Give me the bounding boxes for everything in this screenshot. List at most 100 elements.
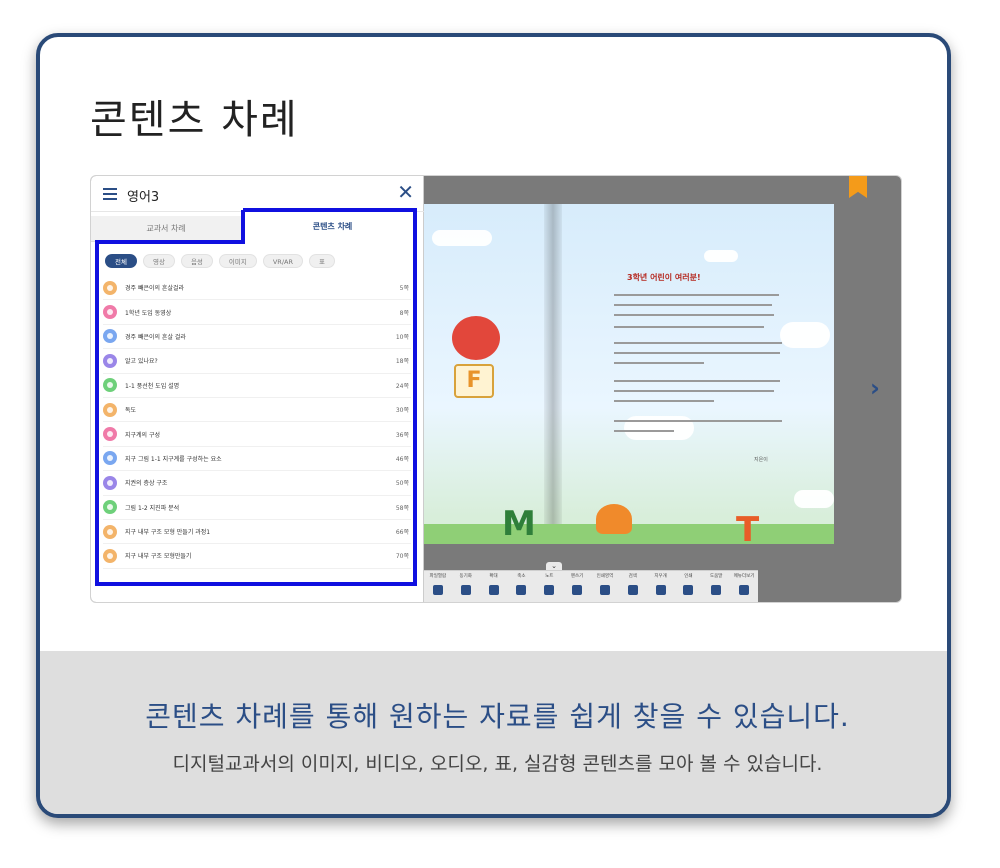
toolbar-button-label: 도움말 (709, 574, 723, 579)
list-item[interactable]: 지권의 층상 구조 50쪽 (103, 471, 411, 496)
list-item[interactable]: 지구 내부 구조 모형만들기 70쪽 (103, 544, 411, 569)
letter-m-illustration: M (502, 504, 536, 544)
toolbar-button-label: 인쇄영역 (596, 574, 614, 579)
list-item-label: 경주 빼은이의 흔살 걸라 (125, 333, 186, 341)
list-item-label: 그림 1-2 지진파 분석 (125, 504, 180, 512)
book-spine (544, 204, 562, 544)
filter-chip[interactable]: 음성 (180, 254, 213, 268)
list-item[interactable]: 1-1 풍선천 도입 설명 24쪽 (103, 374, 411, 398)
story-text-line (614, 342, 782, 344)
list-item-label: 지구계의 구성 (125, 431, 161, 439)
story-text-line (614, 326, 764, 328)
story-text-line (614, 304, 772, 306)
list-item-label: 지구 그림 1-1 지구계를 구성하는 요소 (125, 455, 222, 463)
story-text-line (614, 294, 779, 296)
chevron-right-icon[interactable]: › (870, 374, 880, 402)
list-item[interactable]: 지구 그림 1-1 지구계를 구성하는 요소 46쪽 (103, 447, 411, 472)
content-type-icon (103, 500, 117, 515)
list-item-label: 1학년 도입 동영상 (125, 309, 172, 317)
letter-t-illustration: T (736, 510, 760, 550)
list-item-page: 30쪽 (395, 407, 409, 415)
list-item-label: 1-1 풍선천 도입 설명 (125, 382, 180, 390)
list-item-page: 24쪽 (395, 382, 409, 390)
letter-f-basket: F (454, 364, 494, 398)
toolbar-button-label: 인쇄 (684, 574, 693, 579)
list-item[interactable]: 지구계의 구성 36쪽 (103, 422, 411, 447)
content-type-icon (103, 451, 117, 466)
toolbar-button[interactable]: 지우개 (647, 571, 675, 602)
toolbar-button-label: 확대 (489, 574, 498, 579)
help-icon (711, 585, 722, 595)
list-item-label: 지구 내부 구조 모형만들기 (125, 553, 192, 561)
cloud-decoration (780, 322, 830, 348)
app-screenshot: F 3학년 어린이 여러분! 지은이 M T › ⌄ 파일열람 동기화 확대 축소 노트… (90, 175, 902, 603)
toolbar-button-label: 메뉴더보기 (733, 574, 755, 579)
bookmark-icon[interactable] (849, 176, 867, 198)
story-text-line (614, 390, 774, 392)
toolbar-button[interactable]: 축소 (507, 571, 535, 602)
list-item-page: 5쪽 (399, 285, 409, 293)
bottom-toolbar: 파일열람 동기화 확대 축소 노트 펜쓰기 인쇄영역 검색 지우개 인쇄 도움말 메뉴더보기 (424, 570, 758, 602)
feature-card: 콘텐츠 차례 F 3학년 어린이 여러분! 지은이 M T › ⌄ 파일열람 동… (36, 33, 951, 818)
list-item[interactable]: 경주 빼은이의 흔살 걸라 10쪽 (103, 325, 411, 350)
caption-headline: 콘텐츠 차례를 통해 원하는 자료를 쉽게 찾을 수 있습니다. (145, 700, 850, 733)
close-icon[interactable]: ✕ (397, 182, 414, 202)
list-item[interactable]: 경주 빼은이의 흔살걸라 5쪽 (103, 276, 411, 301)
fox-illustration (596, 504, 632, 534)
toolbar-button[interactable]: 메뉴더보기 (730, 571, 758, 602)
caption-description: 디지털교과서의 이미지, 비디오, 오디오, 표, 실감형 콘텐츠를 모아 볼 … (172, 753, 823, 775)
filter-chips: 전체 영상 음성 이미지 VR/AR 표 (105, 254, 335, 268)
toolbar-button-label: 파일열람 (429, 574, 447, 579)
panel-header: 영어3 ✕ (91, 176, 424, 212)
list-item-label: 지권의 층상 구조 (125, 480, 168, 488)
story-text-line (614, 380, 780, 382)
toolbar-button[interactable]: 인쇄영역 (591, 571, 619, 602)
tab-textbook-contents[interactable]: 교과서 차례 (91, 216, 241, 242)
story-signature: 지은이 (754, 457, 768, 463)
toolbar-button-label: 동기화 (459, 574, 472, 579)
list-item[interactable]: 1학년 도입 동영상 8쪽 (103, 300, 411, 325)
toolbar-button[interactable]: 동기화 (452, 571, 480, 602)
toolbar-button[interactable]: 도움말 (702, 571, 730, 602)
page-icon (599, 585, 610, 595)
filter-chip[interactable]: 표 (308, 254, 335, 268)
toolbar-button[interactable]: 검색 (619, 571, 647, 602)
zoom-out-icon (516, 585, 527, 595)
list-item[interactable]: 그림 1-2 지진파 분석 58쪽 (103, 496, 411, 520)
toolbar-button[interactable]: 인쇄 (674, 571, 702, 602)
cloud-decoration (432, 230, 492, 246)
list-item[interactable]: 지구 내부 구조 모형 만들기 과정1 66쪽 (103, 520, 411, 545)
list-item-page: 70쪽 (395, 553, 409, 561)
filter-chip[interactable]: 영상 (142, 254, 175, 268)
story-text-line (614, 352, 780, 354)
list-item-page: 66쪽 (395, 529, 409, 537)
zoom-in-icon (488, 585, 499, 595)
content-type-icon (103, 427, 117, 442)
print-icon (683, 585, 694, 595)
toolbar-button-label: 검색 (628, 574, 637, 579)
list-item-page: 58쪽 (395, 504, 409, 512)
content-type-icon (103, 353, 117, 368)
toolbar-button-label: 지우개 (654, 574, 667, 579)
card-title: 콘텐츠 차례 (90, 97, 299, 143)
folder-icon (432, 585, 443, 595)
list-item-page: 46쪽 (395, 455, 409, 463)
toolbar-button[interactable]: 노트 (535, 571, 563, 602)
panel-title: 영어3 (127, 190, 160, 205)
toolbar-button[interactable]: 펜쓰기 (563, 571, 591, 602)
filter-chip[interactable]: VR/AR (262, 254, 303, 268)
list-item[interactable]: 알고 있나요? 18쪽 (103, 349, 411, 374)
story-text-line (614, 430, 674, 432)
toolbar-button[interactable]: 확대 (480, 571, 508, 602)
content-type-icon (103, 475, 117, 490)
filter-chip[interactable]: 이미지 (218, 254, 257, 268)
content-type-icon (103, 524, 117, 539)
contents-panel: 영어3 ✕ 교과서 차례 콘텐츠 차례 전체 영상 음성 이미지 VR/AR 표 경주 빼… (91, 176, 424, 602)
filter-chip[interactable]: 전체 (105, 254, 137, 268)
tab-content-contents[interactable]: 콘텐츠 차례 (241, 210, 424, 242)
textbook-spread: F 3학년 어린이 여러분! 지은이 M T (424, 204, 834, 550)
list-item[interactable]: 독도 30쪽 (103, 398, 411, 423)
toolbar-button[interactable]: 파일열람 (424, 571, 452, 602)
toolbar-button-label: 축소 (517, 574, 526, 579)
note-icon (544, 585, 555, 595)
